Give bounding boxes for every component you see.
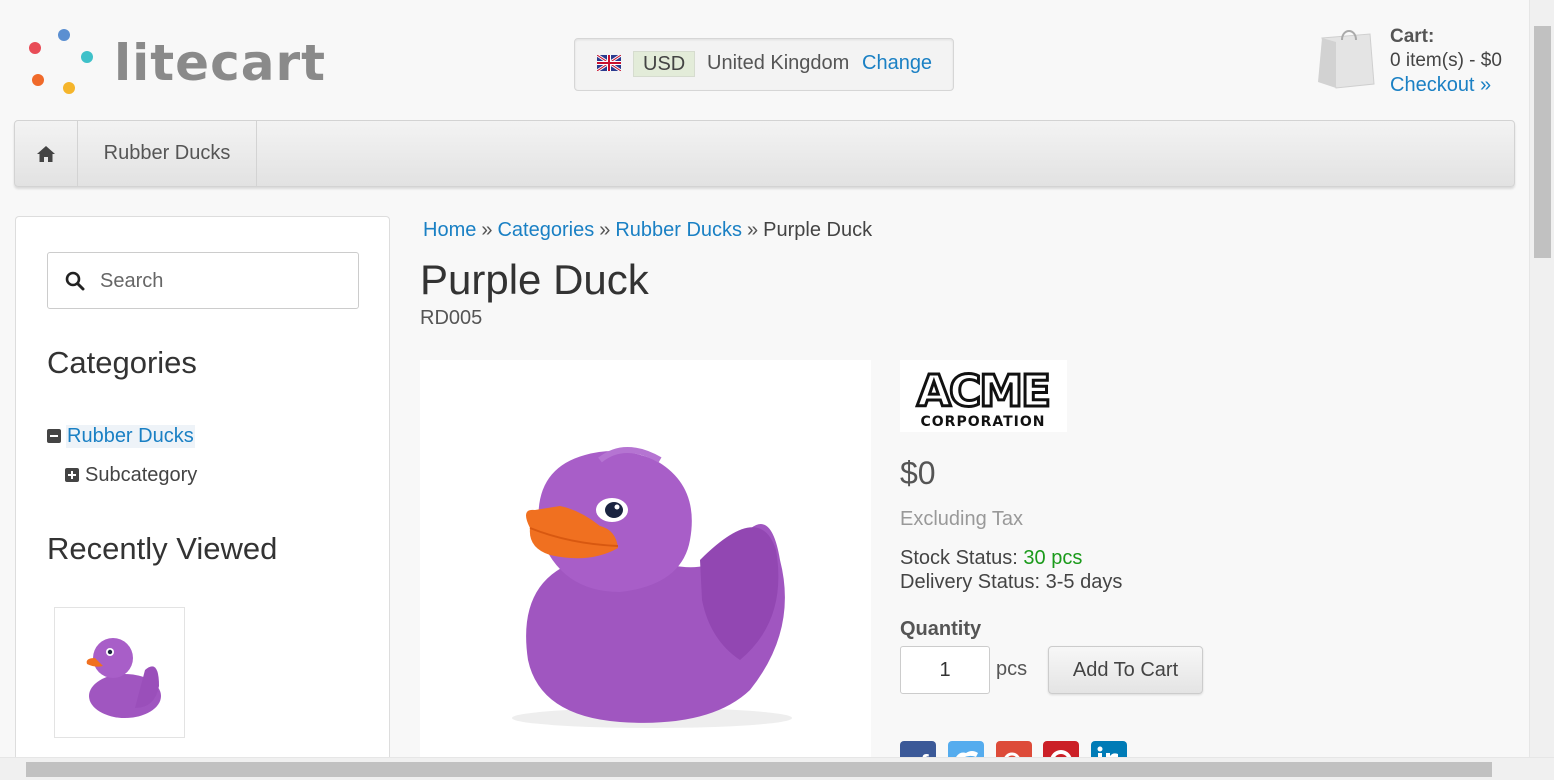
breadcrumb-current: Purple Duck [763,219,873,241]
categories-heading: Categories [47,345,197,380]
product-image[interactable] [420,360,871,760]
collapse-icon[interactable] [47,429,61,443]
uk-flag-icon [597,55,621,71]
tax-note: Excluding Tax [900,508,1024,530]
quantity-input[interactable] [900,646,990,694]
delivery-status: Delivery Status: 3-5 days [900,571,1122,594]
add-to-cart-button[interactable]: Add To Cart [1048,646,1203,694]
change-region-link[interactable]: Change [862,51,932,76]
vertical-scroll-thumb[interactable] [1534,26,1551,258]
breadcrumb-separator: » [481,219,493,241]
svg-text:CORPORATION: CORPORATION [920,414,1045,430]
expand-icon[interactable] [65,468,79,482]
logo-dots-icon [29,29,93,94]
product-sku: RD005 [420,307,483,329]
breadcrumb-separator: » [599,219,611,241]
stock-label: Stock Status: [900,547,1018,569]
purple-duck-thumbnail [86,638,161,718]
nav-item-rubber-ducks[interactable]: Rubber Ducks [78,121,257,186]
nav-home-button[interactable] [15,121,78,186]
stock-status: Stock Status: 30 pcs [900,547,1082,570]
category-link[interactable]: Rubber Ducks [66,424,195,448]
stock-value: 30 pcs [1023,547,1083,569]
checkout-link[interactable]: Checkout » [1390,74,1491,97]
svg-text:ACME: ACME [917,366,1049,417]
main-navbar: Rubber Ducks [14,120,1515,187]
search-box[interactable] [47,252,359,309]
delivery-value: 3-5 days [1045,571,1123,593]
product-price: $0 [900,455,936,491]
purple-duck-image [512,447,792,728]
logo-text: litecart [114,34,327,92]
cart-title: Cart: [1390,26,1435,47]
breadcrumb: Home» Categories» Rubber Ducks» Purple Duck [423,219,872,242]
horizontal-scroll-thumb[interactable] [26,762,1492,777]
delivery-label: Delivery Status: [900,571,1041,593]
cart-summary: 0 item(s) - $0 [1390,50,1502,71]
home-icon [37,145,55,162]
breadcrumb-separator: » [747,219,759,241]
product-title: Purple Duck [420,256,649,303]
cart-widget[interactable]: Cart: 0 item(s) - $0 Checkout » [1316,26,1526,98]
shopping-bag-icon [1318,30,1375,89]
vertical-scrollbar[interactable] [1529,0,1554,757]
recently-viewed-heading: Recently Viewed [47,531,278,566]
breadcrumb-categories[interactable]: Categories [497,219,594,241]
category-item-rubber-ducks[interactable]: Rubber Ducks [47,423,195,449]
search-icon [65,271,85,291]
litecart-logo[interactable]: litecart [26,26,336,96]
quantity-unit: pcs [996,658,1028,680]
acme-corporation-logo: ACME CORPORATION [915,365,1052,431]
horizontal-scrollbar[interactable] [0,757,1554,780]
sidebar: Categories Rubber Ducks Subcategory Rece… [15,216,390,776]
category-item-subcategory[interactable]: Subcategory [65,462,197,488]
quantity-label: Quantity [900,618,982,640]
subcategory-label[interactable]: Subcategory [85,464,197,487]
recently-viewed-thumbnail[interactable] [54,607,185,738]
breadcrumb-rubber-ducks[interactable]: Rubber Ducks [615,219,742,241]
region-selector: USD United Kingdom Change [574,38,954,91]
manufacturer-logo[interactable]: ACME CORPORATION [900,360,1067,432]
country-label: United Kingdom [707,52,850,74]
currency-badge: USD [633,51,696,77]
search-input[interactable] [100,265,340,297]
breadcrumb-home[interactable]: Home [423,219,476,241]
